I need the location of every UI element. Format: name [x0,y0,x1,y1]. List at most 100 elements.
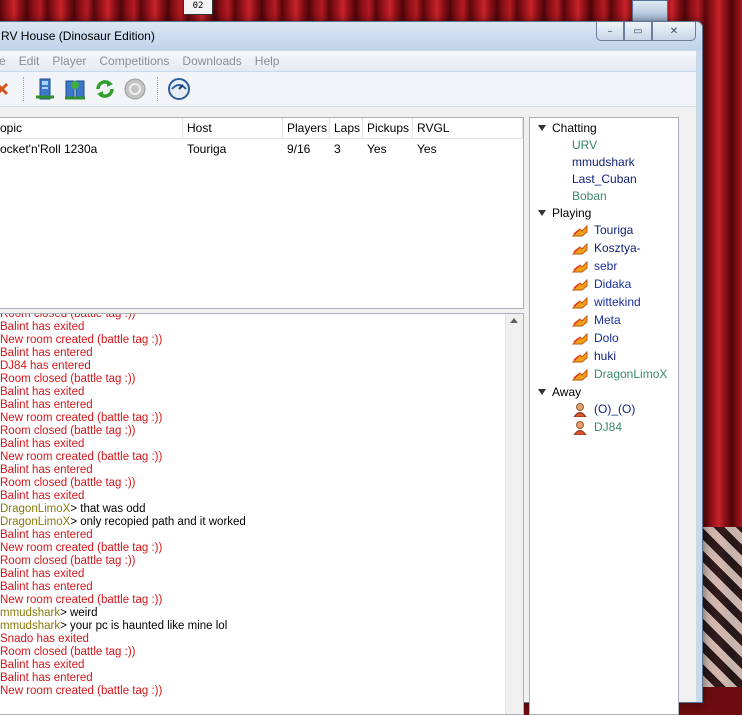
chat-message: New room created (battle tag :)) [0,334,505,347]
user-playing[interactable]: Meta [530,312,678,330]
menu-file[interactable]: e [0,54,19,68]
user-name: wittekind [594,295,641,309]
column-players[interactable]: Players [283,118,330,138]
close-button[interactable]: ✕ [652,22,696,41]
system-message-text: Balint has entered [0,347,93,359]
chat-nick[interactable]: DragonLimoX [0,503,70,515]
group-label: Chatting [552,121,597,135]
chat-prompt: > [70,516,78,528]
system-message-text: Balint has entered [0,672,93,684]
group-playing[interactable]: Playing [530,205,678,222]
window-title: RV House (Dinosaur Edition) [1,29,155,43]
host-game-button[interactable] [31,75,59,103]
system-message-text: Balint has exited [0,490,85,502]
system-message-text: Balint has entered [0,399,93,411]
user-chatting[interactable]: Boban [530,188,678,205]
maximize-button[interactable]: ▭ [624,22,652,41]
system-message-text: Room closed (battle tag :)) [0,477,136,489]
user-playing[interactable]: Touriga [530,222,678,240]
user-name: Didaka [594,277,632,291]
chat-message: Snado has exited [0,633,505,646]
user-name: (O)_(O) [594,402,636,416]
playing-icon [572,278,588,291]
join-game-button[interactable] [61,75,89,103]
system-message-text: Balint has exited [0,386,85,398]
games-table[interactable]: opic Host Players Laps Pickups RVGL ocke… [0,117,524,309]
user-name: DJ84 [594,420,623,434]
group-away[interactable]: Away [530,384,678,401]
menu-downloads[interactable]: Downloads [182,54,254,68]
system-message-text: Room closed (battle tag :)) [0,313,136,320]
chat-message: Balint has exited [0,568,505,581]
playing-icon [572,332,588,345]
user-playing[interactable]: Dolo [530,330,678,348]
chat-message: mmudshark> weird [0,607,505,620]
user-name: Meta [594,313,621,327]
chat-message: Room closed (battle tag :)) [0,555,505,568]
user-list[interactable]: Chatting URV mmudshark Last_Cuban Boban Playi… [529,117,679,715]
chat-log[interactable]: Room closed (battle tag :)) Balint has ex… [0,313,524,715]
group-chatting[interactable]: Chatting [530,120,678,137]
user-name: mmudshark [572,155,635,169]
close-game-button[interactable] [0,75,15,103]
chat-message: Room closed (battle tag :)) [0,313,505,321]
expand-triangle-icon[interactable] [538,210,546,216]
system-message-text: Balint has exited [0,321,85,333]
chat-message: Balint has entered [0,399,505,412]
column-host[interactable]: Host [183,118,283,138]
user-chatting[interactable]: URV [530,137,678,154]
user-chatting[interactable]: mmudshark [530,154,678,171]
scroll-up-arrow-icon[interactable] [510,318,518,323]
title-bar[interactable]: RV House (Dinosaur Edition) – ▭ ✕ [0,22,702,50]
chat-message-text: weird [70,607,98,619]
chat-message: Room closed (battle tag :)) [0,477,505,490]
column-topic[interactable]: opic [0,118,183,138]
chat-nick[interactable]: mmudshark [0,607,60,619]
client-area: opic Host Players Laps Pickups RVGL ocke… [0,107,696,715]
chat-message: DragonLimoX> only recopied path and it w… [0,516,505,529]
chat-nick[interactable]: DragonLimoX [0,516,70,528]
disconnect-button[interactable] [121,75,149,103]
user-playing[interactable]: DragonLimoX [530,366,678,384]
table-row[interactable]: ocket'n'Roll 1230a Touriga 9/16 3 Yes Ye… [0,139,523,158]
system-message-text: New room created (battle tag :)) [0,594,163,606]
chat-message: Balint has entered [0,464,505,477]
system-message-text: New room created (battle tag :)) [0,412,163,424]
chat-message: Room closed (battle tag :)) [0,646,505,659]
user-playing[interactable]: sebr [530,258,678,276]
user-name: Last_Cuban [572,172,637,186]
chat-scrollbar[interactable] [505,314,523,714]
column-pickups[interactable]: Pickups [363,118,413,138]
user-playing[interactable]: wittekind [530,294,678,312]
chat-nick[interactable]: mmudshark [0,620,60,632]
expand-triangle-icon[interactable] [538,389,546,395]
user-playing[interactable]: huki [530,348,678,366]
chat-message: mmudshark> your pc is haunted like mine … [0,620,505,633]
user-playing[interactable]: Kosztya- [530,240,678,258]
minimize-button[interactable]: – [596,22,624,41]
chat-message: DJ84 has entered [0,360,505,373]
away-icon [573,421,587,435]
column-laps[interactable]: Laps [330,118,363,138]
chat-message: New room created (battle tag :)) [0,451,505,464]
refresh-button[interactable] [91,75,119,103]
user-chatting[interactable]: Last_Cuban [530,171,678,188]
chat-message: Balint has exited [0,386,505,399]
user-name: Dolo [594,331,619,345]
settings-button[interactable] [165,75,193,103]
user-away[interactable]: DJ84 [530,419,678,437]
desktop-shortcut-icon[interactable]: 02 [183,0,213,15]
column-rvgl[interactable]: RVGL [413,118,523,138]
toolbar [0,72,696,107]
menu-help[interactable]: Help [255,54,293,68]
user-playing[interactable]: Didaka [530,276,678,294]
user-away[interactable]: (O)_(O) [530,401,678,419]
expand-triangle-icon[interactable] [538,125,546,131]
user-name: Kosztya- [594,241,641,255]
maximize-icon: ▭ [633,25,643,37]
cell-pickups: Yes [367,142,387,156]
menu-edit[interactable]: Edit [19,54,53,68]
chat-message: Balint has exited [0,490,505,503]
menu-competitions[interactable]: Competitions [99,54,182,68]
menu-player[interactable]: Player [52,54,99,68]
